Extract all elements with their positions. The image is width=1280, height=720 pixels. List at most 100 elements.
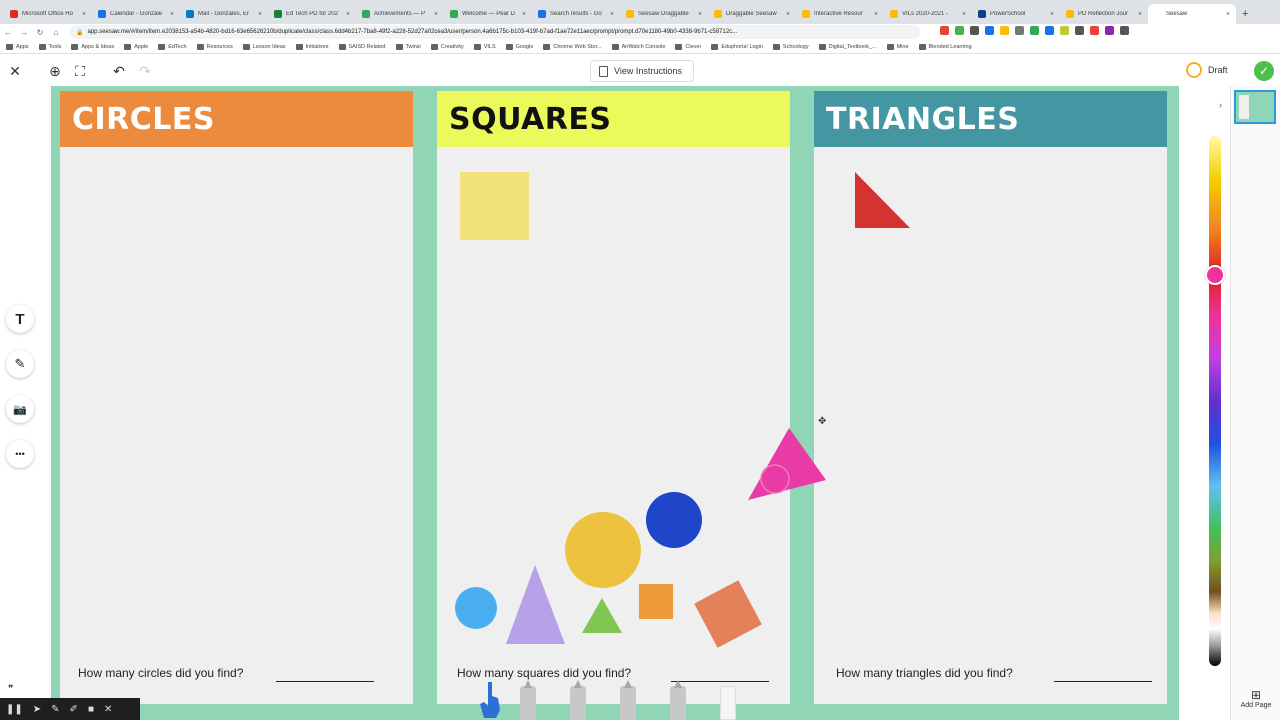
circles-answer-line[interactable] xyxy=(276,681,374,682)
browser-tab[interactable]: VILs 2020-2021 - × xyxy=(884,4,972,24)
bookmark-item[interactable]: Resources xyxy=(196,43,233,50)
bookmark-item[interactable]: Lesson Ideas xyxy=(242,43,286,50)
chevron-right-icon[interactable]: › xyxy=(1219,100,1222,110)
pen-tool-button[interactable]: ✎ xyxy=(6,350,34,378)
browser-tab[interactable]: Draggable Seesaw × xyxy=(708,4,796,24)
tab-favicon-icon xyxy=(802,10,810,18)
tab-close-icon[interactable]: × xyxy=(698,11,702,18)
browser-tab[interactable]: PD Reflection Jour × xyxy=(1060,4,1148,24)
color-picker-knob[interactable] xyxy=(1205,265,1225,285)
bookmark-item[interactable]: Apps xyxy=(6,43,29,50)
bookmark-item[interactable]: Mine xyxy=(886,43,909,50)
bookmark-item[interactable]: Chrome Web Stor... xyxy=(543,43,602,50)
browser-tab[interactable]: Calendar - Gonzale × xyxy=(92,4,180,24)
pointer-icon[interactable]: ➤ xyxy=(33,704,41,715)
bookmark-item[interactable]: Digital_Textbook_... xyxy=(818,43,877,50)
redo-icon[interactable]: ↷ xyxy=(136,62,154,80)
tab-close-icon[interactable]: × xyxy=(258,11,262,18)
tab-close-icon[interactable]: × xyxy=(1226,11,1230,18)
bookmark-item[interactable]: EdTech xyxy=(158,43,187,50)
squares-answer-line[interactable] xyxy=(671,681,769,682)
tab-close-icon[interactable]: × xyxy=(170,11,174,18)
browser-tab[interactable]: Ed Tech PD for 202 × xyxy=(268,4,356,24)
extension-icon[interactable] xyxy=(1030,26,1039,35)
bookmark-item[interactable]: SAISD Related xyxy=(338,43,386,50)
tab-close-icon[interactable]: × xyxy=(962,11,966,18)
bookmark-item[interactable]: Clever xyxy=(675,43,701,50)
bookmark-item[interactable]: Twinsi xyxy=(395,43,421,50)
browser-tab[interactable]: Search results - Go × xyxy=(532,4,620,24)
bookmark-item[interactable]: Initiatives xyxy=(295,43,329,50)
eraser-tool[interactable] xyxy=(720,686,736,720)
pen-icon[interactable]: ✎ xyxy=(51,704,59,715)
address-bar[interactable]: 🔒 app.seesaw.me/#/item/item.e2038153-a54… xyxy=(70,25,920,39)
undo-icon[interactable]: ↶ xyxy=(110,62,128,80)
browser-tab[interactable]: Seesaw × xyxy=(1148,4,1236,24)
reload-icon[interactable]: ↻ xyxy=(32,28,48,37)
bookmark-item[interactable]: AirWatch Console xyxy=(611,43,665,50)
bookmark-item[interactable]: Apple xyxy=(124,43,148,50)
browser-tab[interactable]: Mail - Gonzales, Er × xyxy=(180,4,268,24)
tab-close-icon[interactable]: × xyxy=(786,11,790,18)
extension-icon[interactable] xyxy=(940,26,949,35)
bookmark-item[interactable]: Tools xyxy=(38,43,61,50)
tab-close-icon[interactable]: × xyxy=(1138,11,1142,18)
submit-check-button[interactable]: ✓ xyxy=(1254,61,1274,81)
marker-tool[interactable] xyxy=(520,686,536,720)
marker-tool[interactable] xyxy=(620,686,636,720)
marker-tool[interactable] xyxy=(570,686,586,720)
zoom-icon[interactable]: ⊕ xyxy=(46,62,64,80)
pause-icon[interactable]: ❚❚ xyxy=(6,704,23,715)
browser-tab[interactable]: Interactive Resour × xyxy=(796,4,884,24)
home-icon[interactable]: ⌂ xyxy=(48,28,64,37)
color-picker-bar[interactable] xyxy=(1209,136,1221,666)
page-thumbnail[interactable] xyxy=(1234,90,1276,124)
text-tool-button[interactable]: T xyxy=(6,305,34,333)
bookmark-item[interactable]: Google xyxy=(505,43,533,50)
close-icon[interactable]: ✕ xyxy=(104,704,112,715)
extension-icon[interactable] xyxy=(1075,26,1084,35)
tab-close-icon[interactable]: × xyxy=(610,11,614,18)
tab-close-icon[interactable]: × xyxy=(1050,11,1054,18)
tab-close-icon[interactable]: × xyxy=(434,11,438,18)
extension-icon[interactable] xyxy=(970,26,979,35)
browser-tab[interactable]: Welcome — Pear D × xyxy=(444,4,532,24)
extension-icon[interactable] xyxy=(1060,26,1069,35)
highlighter-icon[interactable]: ✐ xyxy=(70,704,78,715)
bookmark-item[interactable]: Schoology xyxy=(772,43,809,50)
triangles-answer-line[interactable] xyxy=(1054,681,1152,682)
camera-tool-button[interactable]: 📷 xyxy=(6,395,34,423)
extension-icon[interactable] xyxy=(1045,26,1054,35)
bookmark-item[interactable]: Apps & Ideas xyxy=(71,43,114,50)
bookmark-item[interactable]: Blended Learning xyxy=(918,43,972,50)
extension-icon[interactable] xyxy=(1015,26,1024,35)
close-icon[interactable]: ✕ xyxy=(6,62,24,80)
add-page-button[interactable]: ⊞ Add Page xyxy=(1236,688,1276,709)
view-instructions-button[interactable]: View Instructions xyxy=(590,60,694,82)
new-tab-button[interactable]: + xyxy=(1236,4,1254,24)
extension-icon[interactable] xyxy=(1000,26,1009,35)
back-icon[interactable]: ← xyxy=(0,28,16,37)
tab-close-icon[interactable]: × xyxy=(346,11,350,18)
extension-icon[interactable] xyxy=(1105,26,1114,35)
extension-icon[interactable] xyxy=(1120,26,1129,35)
camera-icon[interactable]: ■ xyxy=(88,704,94,715)
browser-tab[interactable]: Seesaw Draggable × xyxy=(620,4,708,24)
tab-close-icon[interactable]: × xyxy=(874,11,878,18)
draft-button[interactable]: Draft xyxy=(1186,62,1228,78)
browser-tab[interactable]: Microsoft Office Ho × xyxy=(4,4,92,24)
browser-tab[interactable]: Achievements — P × xyxy=(356,4,444,24)
bookmark-item[interactable]: VILS xyxy=(473,43,496,50)
forward-icon[interactable]: → xyxy=(16,28,32,37)
more-tools-button[interactable]: ••• xyxy=(6,440,34,468)
extension-icon[interactable] xyxy=(985,26,994,35)
bookmark-item[interactable]: Creativity xyxy=(430,43,464,50)
extension-icon[interactable] xyxy=(1090,26,1099,35)
tab-close-icon[interactable]: × xyxy=(82,11,86,18)
extension-icon[interactable] xyxy=(955,26,964,35)
bookmark-item[interactable]: Eduphoria! Login xyxy=(711,43,763,50)
browser-tab[interactable]: PowerSchool × xyxy=(972,4,1060,24)
marker-tool[interactable] xyxy=(670,686,686,720)
tab-close-icon[interactable]: × xyxy=(522,11,526,18)
fit-screen-icon[interactable]: ⛶ xyxy=(71,62,89,80)
